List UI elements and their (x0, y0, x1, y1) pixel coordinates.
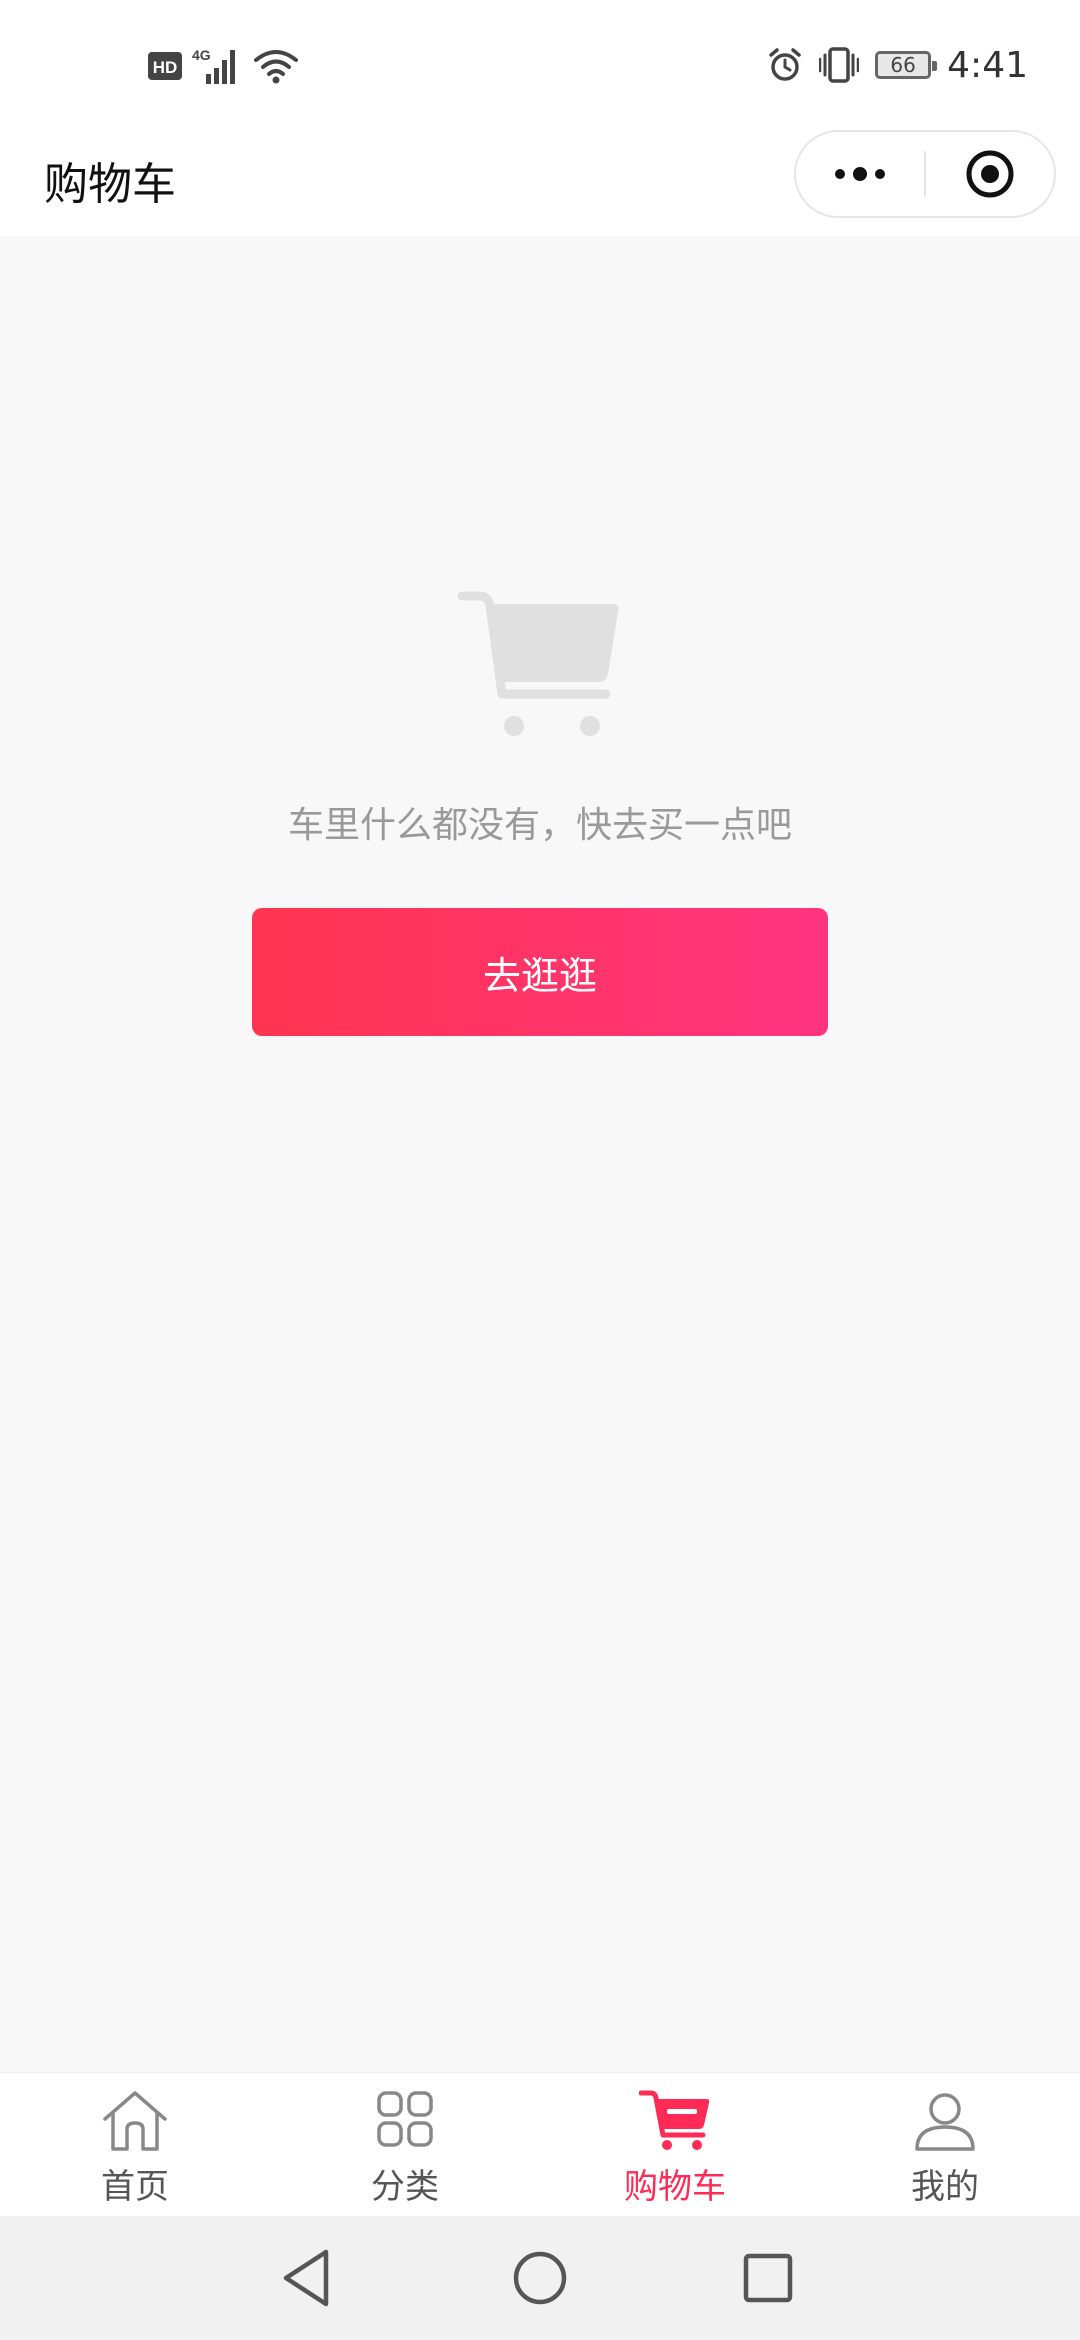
system-navigation-bar (0, 2216, 1080, 2340)
vibrate-icon (819, 47, 860, 83)
alarm-icon (769, 48, 801, 81)
tab-category[interactable]: 分类 (270, 2073, 540, 2216)
tab-label: 购物车 (624, 2167, 726, 2207)
status-right-group: 66 4:41 (767, 40, 1028, 90)
page-title: 购物车 (44, 159, 176, 210)
grid-icon (377, 2091, 433, 2147)
close-button[interactable] (926, 132, 1054, 216)
tab-cart[interactable]: 购物车 (540, 2073, 810, 2216)
status-bar: HD 4G 66 4:41 (0, 0, 1080, 120)
cart-icon (639, 2090, 710, 2150)
tab-bar: 首页 分类 购物车 我的 (0, 2072, 1080, 2216)
more-dots-icon (835, 167, 885, 181)
tab-home[interactable]: 首页 (0, 2073, 270, 2216)
hd-icon: HD (148, 52, 182, 80)
more-button[interactable] (796, 132, 924, 216)
status-left-group: HD 4G (148, 44, 298, 88)
go-shopping-button[interactable]: 去逛逛 (252, 908, 828, 1036)
battery-level: 66 (890, 53, 916, 77)
empty-cart-state: 车里什么都没有，快去买一点吧 去逛逛 (0, 236, 1080, 2072)
tab-label: 我的 (911, 2167, 979, 2207)
mini-program-capsule (794, 130, 1056, 218)
back-triangle-icon[interactable] (274, 2244, 342, 2312)
tab-label: 首页 (101, 2167, 169, 2207)
4g-signal-icon: 4G (192, 47, 235, 84)
battery-icon: 66 (875, 51, 938, 79)
svg-text:4G: 4G (192, 47, 211, 63)
empty-message: 车里什么都没有，快去买一点吧 (287, 805, 792, 846)
recents-square-icon[interactable] (734, 2244, 802, 2312)
svg-text:HD: HD (153, 58, 178, 77)
tab-mine[interactable]: 我的 (810, 2073, 1080, 2216)
user-icon (915, 2093, 975, 2151)
wifi-icon (254, 50, 298, 84)
home-circle-icon[interactable] (506, 2244, 574, 2312)
home-icon (103, 2091, 167, 2151)
tab-label: 分类 (371, 2167, 439, 2207)
empty-cart-icon (458, 591, 619, 736)
close-target-icon (966, 150, 1014, 198)
nav-bar: 购物车 (0, 120, 1080, 236)
status-time: 4:41 (947, 44, 1028, 86)
